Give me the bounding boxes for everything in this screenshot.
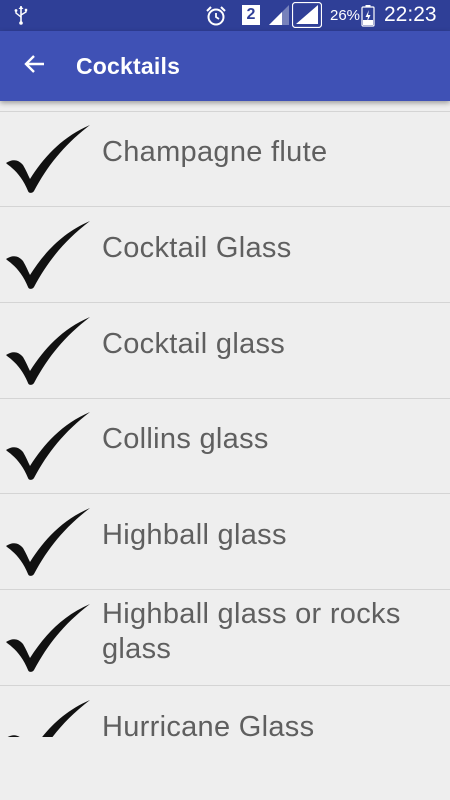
status-time: 22:23 [384, 3, 437, 26]
battery-charging-icon [361, 5, 375, 32]
app-bar: Cocktails [0, 31, 450, 101]
list-item-label: Cocktail Glass [102, 232, 292, 264]
checkmark-icon [4, 602, 92, 674]
list-item[interactable]: Cocktail glass [0, 304, 450, 399]
list-item[interactable]: Champagne flute [0, 112, 450, 207]
alarm-clock-icon [205, 5, 227, 32]
list-item-label: Highball glass [102, 519, 287, 551]
list-item-label: Cocktail glass [102, 328, 286, 360]
list-item[interactable]: Highball glass or rocks glass [0, 591, 450, 686]
list-item-label: Hurricane Glass [102, 711, 315, 737]
list-item-label: Collins glass [102, 423, 269, 455]
usb-icon [14, 5, 28, 30]
list-item[interactable]: Hurricane Glass [0, 687, 450, 737]
list-item[interactable]: Highball glass [0, 495, 450, 590]
arrow-left-icon [23, 52, 47, 81]
signal-icon [291, 1, 323, 33]
checkmark-icon [4, 506, 92, 578]
checkmark-icon [4, 219, 92, 291]
list-item-label: Highball glass or rocks glass [102, 598, 401, 665]
checkmark-icon [4, 315, 92, 387]
battery-percent: 26% [330, 7, 361, 24]
back-button[interactable] [14, 45, 56, 87]
list-item-label: Champagne flute [102, 136, 328, 168]
signal-icon [268, 4, 290, 31]
checkmark-icon [4, 410, 92, 482]
sim-badge: 2 [242, 5, 260, 25]
checkmark-icon [4, 123, 92, 195]
page-title: Cocktails [76, 53, 181, 79]
list-item[interactable]: Collins glass [0, 399, 450, 494]
checkmark-icon [4, 698, 92, 737]
list-item[interactable]: Cocktail Glass [0, 208, 450, 303]
cocktail-list: Champagne flute Cocktail Glass Cocktail … [0, 101, 450, 737]
status-bar: 2 26% 22:23 [0, 0, 450, 31]
